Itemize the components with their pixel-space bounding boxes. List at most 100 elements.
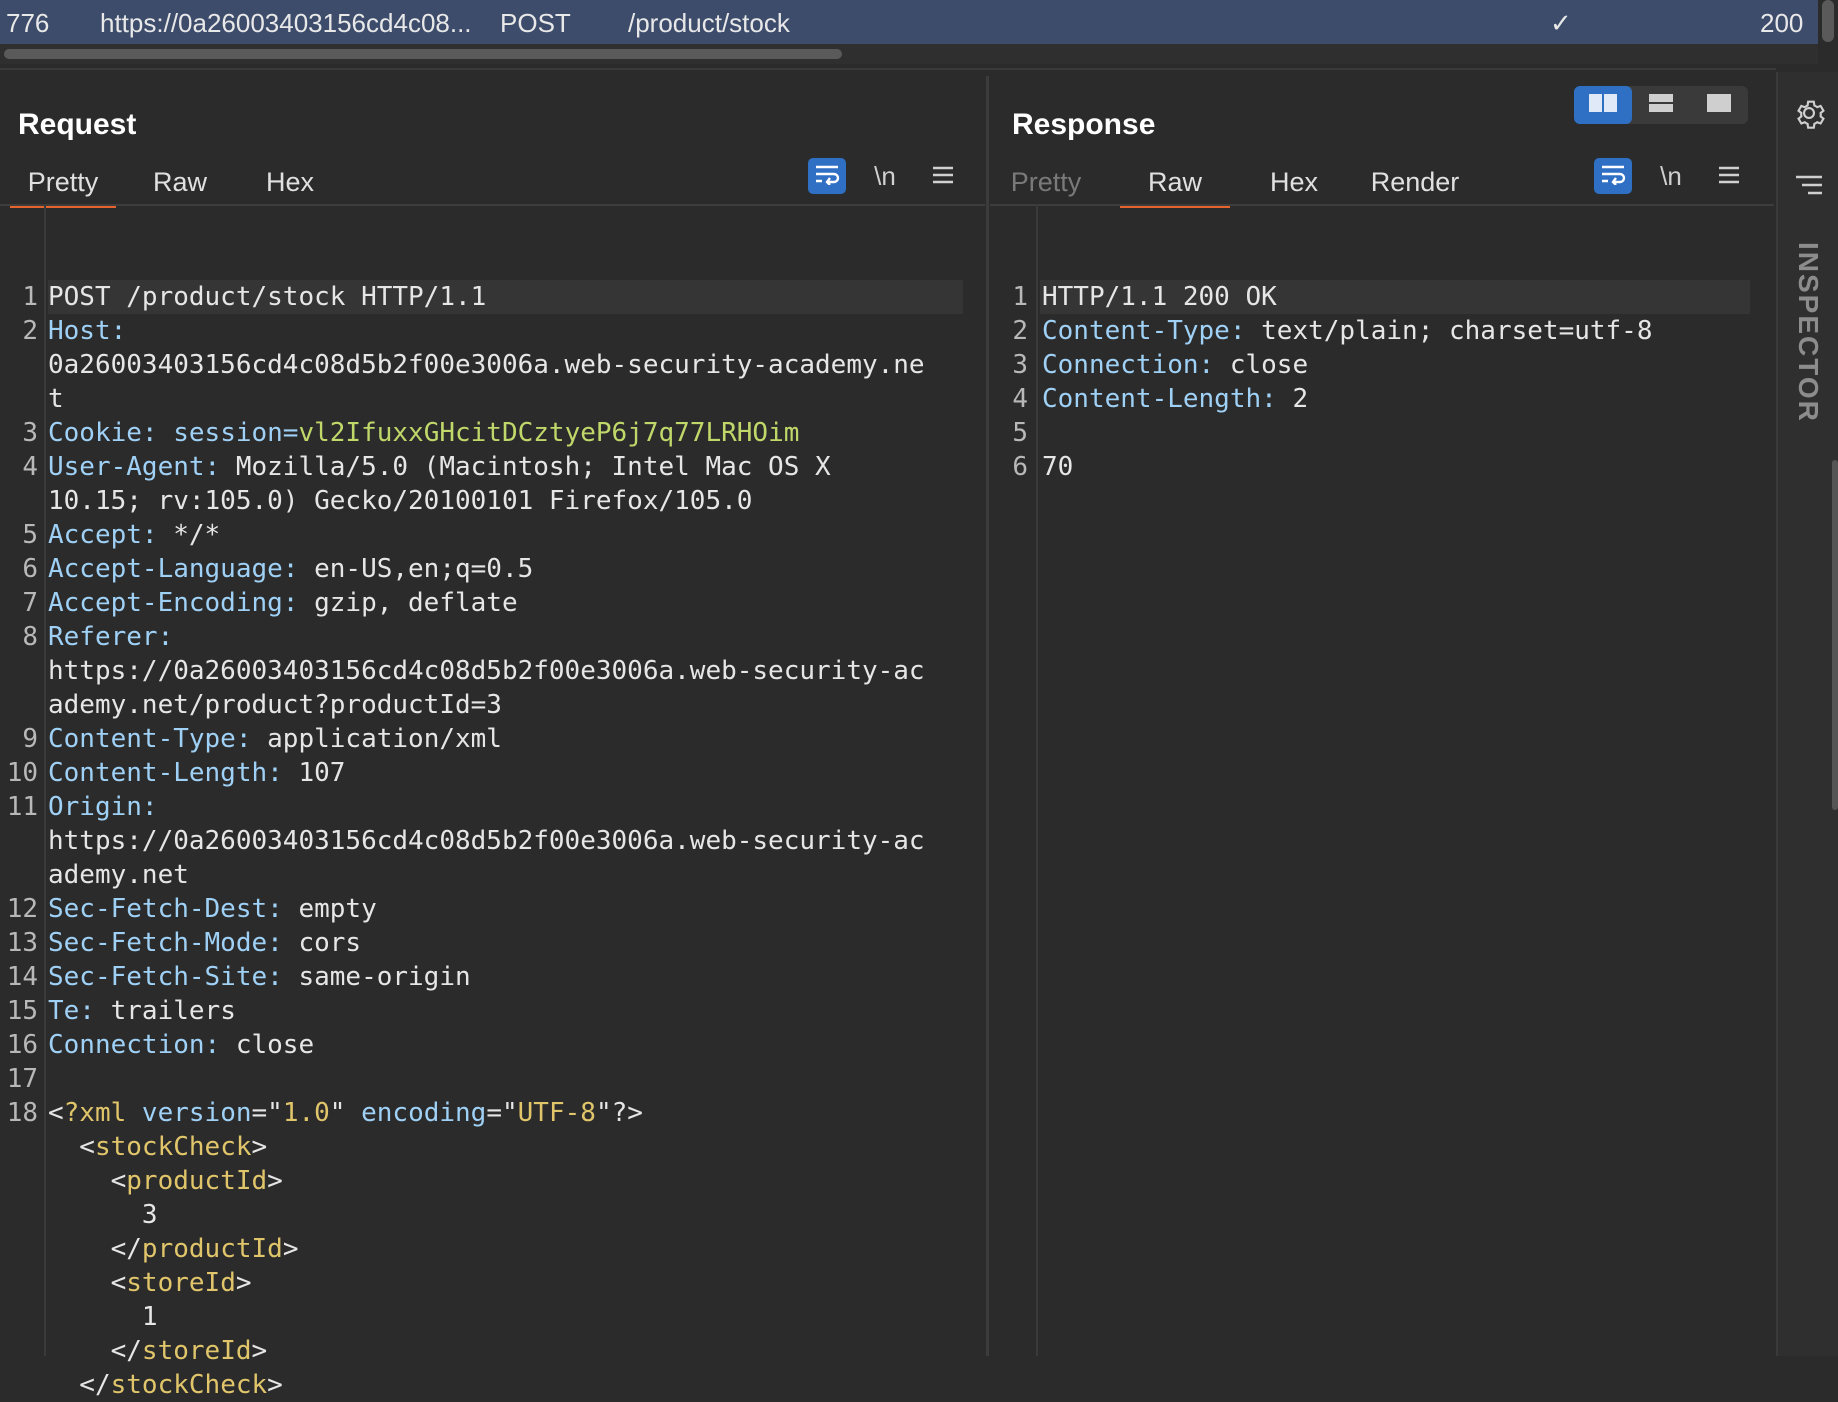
code-text: ademy.net [48, 860, 189, 890]
wrap-lines-icon [1600, 161, 1626, 192]
line-number: 14 [6, 962, 38, 992]
line-number: 13 [6, 928, 38, 958]
code-text: Host: [48, 316, 127, 346]
history-horizontal-scrollbar[interactable] [0, 44, 1818, 64]
code-text: Connection: close [1042, 350, 1309, 380]
history-row-method: POST [500, 8, 571, 38]
code-line: https://0a26003403156cd4c08d5b2f00e3006a… [0, 654, 985, 688]
request-tab-hex[interactable]: Hex [250, 162, 330, 202]
code-line: 1 [0, 1300, 985, 1334]
request-tab-raw[interactable]: Raw [140, 162, 220, 202]
code-text: 1 [48, 1302, 158, 1332]
show-newlines-toggle[interactable]: \n [866, 158, 904, 194]
line-number: 2 [22, 316, 38, 346]
code-text: Origin: [48, 792, 158, 822]
code-text: Accept: */* [48, 520, 221, 550]
history-row-url: https://0a26003403156cd4c08... [100, 8, 472, 38]
history-table-row[interactable]: 776 https://0a26003403156cd4c08... POST … [0, 0, 1818, 44]
code-line: 3 Cookie: session=vl2IfuxxGHcitDCztyeP6j7… [0, 416, 985, 450]
code-text: Sec-Fetch-Mode: cors [48, 928, 362, 958]
layout-single-button[interactable] [1690, 86, 1748, 124]
code-line: 1 HTTP/1.1 200 OK [990, 280, 1774, 314]
code-text: <?xml version="1.0" encoding="UTF-8"?> [48, 1098, 643, 1128]
code-line: 12 Sec-Fetch-Dest: empty [0, 892, 985, 926]
code-line: 7 Accept-Encoding: gzip, deflate [0, 586, 985, 620]
line-number: 1 [1012, 282, 1028, 312]
layout-stacked-button[interactable] [1632, 86, 1690, 124]
code-line: 3 Connection: close [990, 348, 1774, 382]
line-number: 5 [1012, 418, 1028, 448]
response-menu-button[interactable] [1710, 158, 1748, 194]
list-lines-icon [1794, 174, 1824, 201]
response-title: Response [1012, 108, 1156, 141]
code-line: 3 [0, 1198, 985, 1232]
line-number: 9 [22, 724, 38, 754]
code-line: <stockCheck> [0, 1130, 985, 1164]
code-text: Cookie: session=vl2IfuxxGHcitDCztyeP6j7q… [48, 418, 800, 448]
show-newlines-toggle[interactable]: \n [1652, 158, 1690, 194]
code-line: </stockCheck> [0, 1368, 985, 1402]
history-row-id: 776 [6, 8, 50, 38]
code-line: 9 Content-Type: application/xml [0, 722, 985, 756]
code-text: Content-Length: 2 [1042, 384, 1309, 414]
code-text: HTTP/1.1 200 OK [1042, 282, 1277, 312]
line-number: 15 [6, 996, 38, 1026]
single-pane-icon [1706, 93, 1732, 118]
code-text: Referer: [48, 622, 174, 652]
line-number: 18 [6, 1098, 38, 1128]
panel-splitter[interactable] [986, 76, 989, 1356]
code-text: https://0a26003403156cd4c08d5b2f00e3006a… [48, 826, 925, 856]
code-text: Accept-Encoding: gzip, deflate [48, 588, 518, 618]
inspector-tab-label[interactable]: INSPECTOR [1792, 242, 1824, 423]
response-tab-pretty[interactable]: Pretty [1006, 162, 1086, 202]
code-text: 70 [1042, 452, 1074, 482]
code-text: Accept-Language: en-US,en;q=0.5 [48, 554, 534, 584]
code-line: </productId> [0, 1232, 985, 1266]
inspector-list-button[interactable] [1790, 172, 1828, 202]
code-line: <storeId> [0, 1266, 985, 1300]
layout-switcher [1574, 86, 1748, 124]
code-text: Te: trailers [48, 996, 236, 1026]
code-line: 17 [0, 1062, 985, 1096]
code-line: 16 Connection: close [0, 1028, 985, 1062]
code-line: 14 Sec-Fetch-Site: same-origin [0, 960, 985, 994]
code-text: 0a26003403156cd4c08d5b2f00e3006a.web-sec… [48, 350, 925, 380]
response-tab-hex[interactable]: Hex [1254, 162, 1334, 202]
settings-button[interactable] [1790, 96, 1828, 134]
code-text: Content-Type: text/plain; charset=utf-8 [1042, 316, 1653, 346]
hamburger-menu-icon [1718, 161, 1740, 192]
layout-side-by-side-button[interactable] [1574, 86, 1632, 124]
code-line: 4 User-Agent: Mozilla/5.0 (Macintosh; Int… [0, 450, 985, 484]
code-text: ademy.net/product?productId=3 [48, 690, 502, 720]
response-editor[interactable]: 1 HTTP/1.1 200 OK 2 Content-Type: text/plai… [990, 204, 1774, 1356]
request-menu-button[interactable] [924, 158, 962, 194]
wrap-lines-toggle[interactable] [1594, 158, 1632, 194]
line-number: 11 [6, 792, 38, 822]
request-panel: Request Pretty Raw Hex \n 1 POST /product… [0, 72, 985, 1400]
line-number: 12 [6, 894, 38, 924]
code-line: 5 [990, 416, 1774, 450]
sidebar-scrollbar[interactable] [1832, 460, 1838, 810]
code-text: Content-Type: application/xml [48, 724, 502, 754]
scrollbar-thumb[interactable] [4, 49, 842, 59]
code-line: t [0, 382, 985, 416]
line-number: 4 [22, 452, 38, 482]
line-number: 7 [22, 588, 38, 618]
hamburger-menu-icon [932, 161, 954, 192]
inspector-sidebar: INSPECTOR [1776, 72, 1838, 1356]
code-text: <productId> [48, 1166, 283, 1196]
code-line: 5 Accept: */* [0, 518, 985, 552]
line-number: 10 [6, 758, 38, 788]
code-line: 6 70 [990, 450, 1774, 484]
response-tab-render[interactable]: Render [1360, 162, 1470, 202]
request-editor[interactable]: 1 POST /product/stock HTTP/1.1 2 Host: 0a260… [0, 204, 985, 1400]
response-panel: Response Pretty Raw Hex Render \n 1 HTTP/… [990, 72, 1774, 1356]
line-number: 3 [22, 418, 38, 448]
wrap-lines-toggle[interactable] [808, 158, 846, 194]
history-vertical-scrollbar[interactable] [1822, 0, 1834, 42]
request-tab-pretty[interactable]: Pretty [10, 162, 116, 208]
history-row-status: 200 [1760, 8, 1804, 38]
response-tab-raw[interactable]: Raw [1120, 162, 1230, 208]
code-line: 10.15; rv:105.0) Gecko/20100101 Firefox/… [0, 484, 985, 518]
rows-icon [1648, 93, 1674, 118]
